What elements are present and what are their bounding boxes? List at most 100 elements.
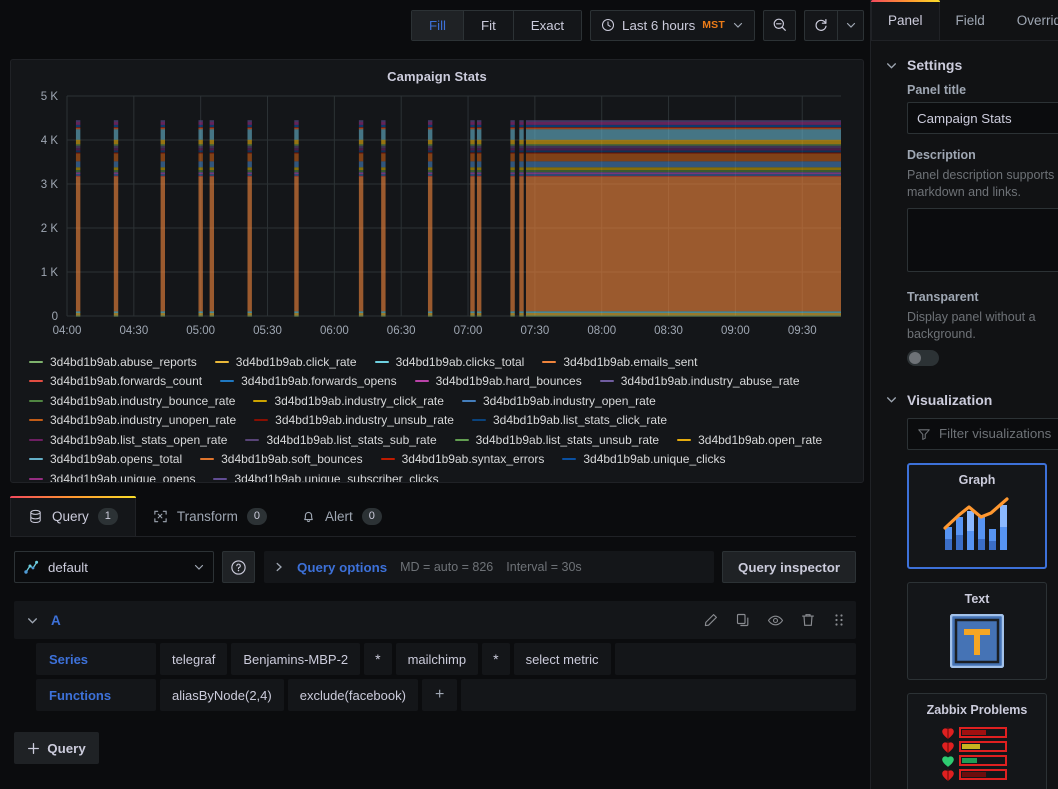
series-band: [294, 313, 299, 316]
legend-item[interactable]: 3d4bd1b9ab.unique_clicks: [562, 450, 725, 470]
chevron-down-icon: [845, 19, 857, 31]
description-textarea[interactable]: [907, 207, 1058, 272]
legend-item[interactable]: 3d4bd1b9ab.forwards_count: [29, 372, 202, 392]
legend-item[interactable]: 3d4bd1b9ab.industry_unopen_rate: [29, 411, 236, 431]
series-band: [247, 174, 252, 176]
series-band: [294, 129, 299, 140]
section-settings-header[interactable]: Settings: [871, 41, 1058, 83]
series-band: [160, 170, 166, 173]
series-segment-3[interactable]: mailchimp: [395, 643, 479, 675]
tab-query[interactable]: Query 1: [10, 496, 136, 536]
legend-item[interactable]: 3d4bd1b9ab.list_stats_open_rate: [29, 430, 227, 450]
tab-alert[interactable]: Alert 0: [284, 496, 399, 536]
legend-item[interactable]: 3d4bd1b9ab.syntax_errors: [380, 450, 544, 470]
tab-panel[interactable]: Panel: [871, 0, 940, 40]
time-range-picker[interactable]: Last 6 hours MST: [590, 9, 755, 41]
legend-item[interactable]: 3d4bd1b9ab.industry_abuse_rate: [599, 372, 800, 392]
viz-card-zabbix-label: Zabbix Problems: [926, 702, 1028, 717]
legend-item[interactable]: 3d4bd1b9ab.clicks_total: [374, 352, 524, 372]
query-inspector-button[interactable]: Query inspector: [722, 551, 856, 583]
transparent-toggle[interactable]: [907, 349, 939, 366]
refresh-interval-dropdown[interactable]: [837, 9, 864, 41]
viz-card-zabbix-problems[interactable]: Zabbix Problems: [907, 692, 1047, 789]
viz-filter-input[interactable]: Filter visualizations: [907, 417, 1058, 450]
tab-query-count: 1: [97, 508, 118, 525]
display-mode-fit[interactable]: Fit: [464, 10, 514, 40]
series-band: [209, 311, 215, 314]
zoom-out-button[interactable]: [763, 9, 796, 41]
add-query-button[interactable]: Query: [14, 732, 99, 764]
series-band: [209, 152, 215, 154]
function-segment-1[interactable]: exclude(facebook): [287, 679, 418, 711]
series-band: [247, 311, 252, 314]
legend-color-swatch: [29, 360, 43, 363]
legend-item[interactable]: 3d4bd1b9ab.industry_bounce_rate: [29, 391, 235, 411]
tab-overrides[interactable]: Overrides: [1001, 0, 1058, 40]
legend-item[interactable]: 3d4bd1b9ab.emails_sent: [542, 352, 697, 372]
tab-transform[interactable]: Transform 0: [136, 496, 284, 536]
series-band: [75, 152, 81, 154]
function-segment-0[interactable]: aliasByNode(2,4): [160, 679, 284, 711]
y-tick-label: 5 K: [41, 91, 59, 103]
series-band: [525, 129, 841, 140]
legend-item[interactable]: 3d4bd1b9ab.list_stats_unsub_rate: [454, 430, 659, 450]
add-function-button[interactable]: +: [421, 679, 458, 711]
drag-handle-icon[interactable]: [832, 612, 846, 628]
viz-card-graph[interactable]: Graph: [907, 462, 1047, 569]
series-segment-2[interactable]: *: [364, 643, 392, 675]
legend-item[interactable]: 3d4bd1b9ab.unique_opens: [29, 469, 195, 482]
legend-item[interactable]: 3d4bd1b9ab.list_stats_sub_rate: [245, 430, 437, 450]
datasource-picker[interactable]: default: [14, 551, 214, 583]
copy-icon[interactable]: [735, 612, 751, 628]
collapse-chevron-icon[interactable]: [26, 614, 39, 627]
series-band: [75, 174, 81, 176]
series-band: [519, 120, 524, 122]
refresh-button[interactable]: [804, 9, 837, 41]
series-band: [113, 311, 119, 314]
legend-item[interactable]: 3d4bd1b9ab.opens_total: [29, 450, 182, 470]
series-band: [358, 176, 364, 312]
series-segment-5[interactable]: select metric: [513, 643, 611, 675]
legend-item[interactable]: 3d4bd1b9ab.open_rate: [677, 430, 822, 450]
viz-card-text[interactable]: Text: [907, 581, 1047, 680]
series-band: [476, 170, 482, 173]
series-band: [525, 175, 841, 177]
eye-icon[interactable]: [767, 612, 784, 629]
series-segment-4[interactable]: *: [482, 643, 510, 675]
tab-field[interactable]: Field: [940, 0, 1001, 40]
graph-plot-area[interactable]: 0 1 K 2 K 3 K 4 K 5 K 04:00 04:30 05:00 05:30 06:0…: [15, 88, 849, 346]
legend-item[interactable]: 3d4bd1b9ab.forwards_opens: [220, 372, 397, 392]
legend-item[interactable]: 3d4bd1b9ab.click_rate: [214, 352, 357, 372]
series-segment-0[interactable]: telegraf: [160, 643, 228, 675]
series-segment-1[interactable]: Benjamins-MBP-2: [231, 643, 361, 675]
series-band: [198, 145, 203, 149]
graph-svg: 0 1 K 2 K 3 K 4 K 5 K 04:00 04:30 05:00 05:30 06:0…: [41, 91, 841, 337]
legend-item[interactable]: 3d4bd1b9ab.soft_bounces: [200, 450, 363, 470]
query-options-label[interactable]: Query options: [297, 560, 387, 575]
query-options-summary[interactable]: Query options MD = auto = 826 Interval =…: [264, 551, 715, 583]
series-band: [198, 139, 203, 145]
display-mode-exact[interactable]: Exact: [513, 10, 582, 40]
series-band: [198, 175, 203, 177]
legend-item[interactable]: 3d4bd1b9ab.industry_click_rate: [253, 391, 444, 411]
section-visualization-header[interactable]: Visualization: [871, 366, 1058, 418]
legend-item[interactable]: 3d4bd1b9ab.abuse_reports: [29, 352, 197, 372]
legend-item[interactable]: 3d4bd1b9ab.hard_bounces: [414, 372, 582, 392]
legend-item[interactable]: 3d4bd1b9ab.industry_open_rate: [461, 391, 656, 411]
x-tick-label: 06:30: [387, 325, 416, 337]
functions-row: Functions aliasByNode(2,4) exclude(faceb…: [14, 679, 856, 711]
panel-title-input[interactable]: Campaign Stats: [907, 102, 1058, 134]
panel-title-text: Campaign Stats: [387, 69, 487, 84]
legend-item[interactable]: 3d4bd1b9ab.list_stats_click_rate: [471, 411, 667, 431]
series-band: [75, 144, 81, 146]
series-band: [198, 148, 203, 151]
display-mode-fill[interactable]: Fill: [412, 10, 464, 40]
trash-icon[interactable]: [800, 612, 816, 628]
series-band: [247, 139, 252, 145]
datasource-help-button[interactable]: [222, 551, 255, 583]
legend-item[interactable]: 3d4bd1b9ab.unique_subscriber_clicks: [213, 469, 439, 482]
query-options-md: MD = auto = 826: [400, 560, 494, 574]
pencil-icon[interactable]: [703, 612, 719, 628]
legend-item[interactable]: 3d4bd1b9ab.industry_unsub_rate: [254, 411, 454, 431]
legend-color-swatch: [471, 419, 486, 422]
